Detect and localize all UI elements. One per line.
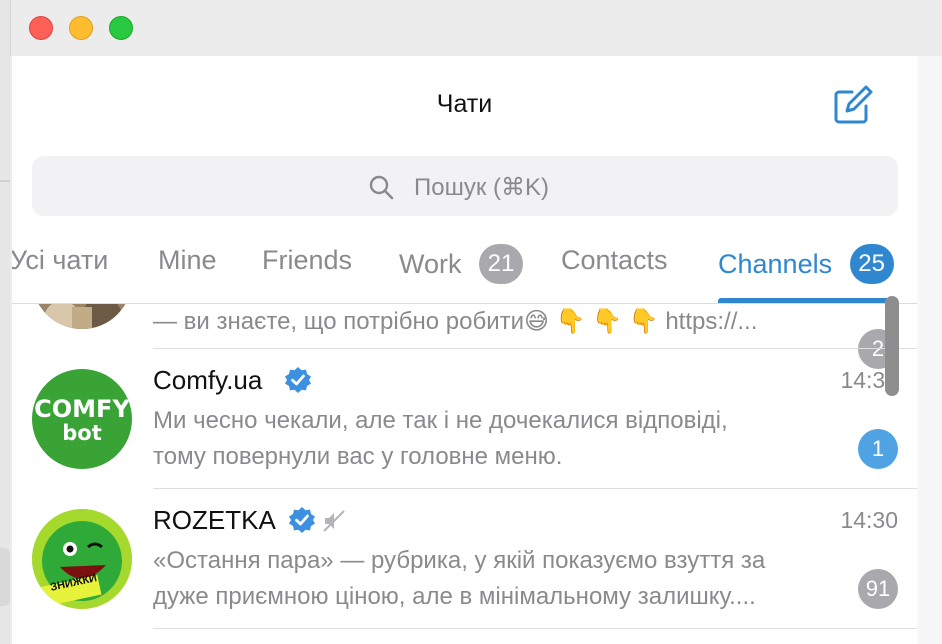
chat-list-panel: Чати Пошук (⌘K) Усі чати Mine Friends Wo… [12, 56, 917, 644]
tab-mine[interactable]: Mine [158, 244, 217, 284]
tab-label: Work [399, 248, 462, 279]
preview-line: «Остання пара» — рубрика, у якій показує… [153, 547, 766, 574]
chat-name: ROZETKA [153, 505, 276, 535]
search-field[interactable]: Пошук (⌘K) [32, 156, 898, 216]
tab-all-chats[interactable]: Усі чати [12, 244, 108, 284]
avatar: COMFY bot [32, 369, 132, 469]
background-window-edge [0, 0, 10, 644]
tab-friends[interactable]: Friends [262, 244, 352, 284]
tab-channels[interactable]: Channels 25 [718, 244, 894, 284]
avatar: ЗНИЖКИ [32, 509, 132, 609]
chat-row-comfy[interactable]: COMFY bot Comfy.ua 14:34 Ми чесно чекали… [12, 349, 917, 489]
chat-name: Comfy.ua [153, 365, 263, 395]
preview-line: дуже приємною ціною, але в мінімальному … [153, 583, 756, 610]
scrollbar-thumb[interactable] [885, 296, 899, 396]
background-control [0, 548, 10, 606]
chat-row-rozetka[interactable]: ЗНИЖКИ ROZETKA 14:30 «Остання пара» — ру… [12, 489, 917, 629]
chat-preview: Ми чесно чекали, але так і не дочекалися… [153, 403, 843, 475]
tab-unread-count: 21 [479, 244, 524, 284]
page-title: Чати [436, 90, 493, 118]
compose-icon [834, 85, 873, 124]
tab-unread-count: 25 [849, 244, 894, 284]
chat-preview: «Остання пара» — рубрика, у якій показує… [153, 543, 843, 615]
tab-label: Mine [158, 245, 217, 276]
zoom-window-button[interactable] [109, 16, 133, 40]
chat-time: 14:30 [840, 507, 898, 533]
avatar-logo-subtext: bot [62, 421, 102, 445]
muted-icon [323, 510, 345, 532]
avatar-logo-text: COMFY [34, 395, 130, 423]
tab-contacts[interactable]: Contacts [561, 244, 668, 284]
tab-label: Усі чати [12, 245, 109, 276]
verified-icon [289, 507, 315, 533]
preview-line: тому повернули вас у головне меню. [153, 443, 563, 470]
preview-line: — ви знаєте, що потрібно робити😅 👇 👇 👇 h… [153, 308, 758, 335]
compose-button[interactable] [830, 84, 874, 128]
close-window-button[interactable] [29, 16, 53, 40]
minimize-window-button[interactable] [69, 16, 93, 40]
background-divider [0, 180, 10, 182]
avatar-mascot [32, 509, 132, 609]
folder-tabs: Усі чати Mine Friends Work 21 Contacts C… [12, 238, 917, 304]
search-icon [369, 175, 394, 200]
preview-line: Ми чесно чекали, але так і не дочекалися… [153, 407, 728, 434]
search-placeholder: Пошук (⌘K) [414, 174, 550, 201]
tab-label: Channels [718, 248, 833, 279]
window-titlebar [10, 0, 942, 56]
unread-badge: 1 [858, 429, 898, 469]
right-gutter [917, 56, 942, 644]
avatar [32, 304, 132, 329]
avatar-photo [32, 304, 132, 329]
tab-label: Friends [262, 245, 353, 276]
verified-icon [285, 367, 311, 393]
tab-work[interactable]: Work 21 [399, 244, 524, 284]
chat-preview: — ви знаєте, що потрібно робити😅 👇 👇 👇 h… [153, 304, 853, 340]
row-divider [153, 628, 917, 629]
chat-list[interactable]: — ви знаєте, що потрібно робити😅 👇 👇 👇 h… [12, 304, 917, 644]
unread-badge: 91 [858, 569, 898, 609]
tab-label: Contacts [561, 245, 668, 276]
chat-row[interactable]: — ви знаєте, що потрібно робити😅 👇 👇 👇 h… [12, 304, 917, 369]
